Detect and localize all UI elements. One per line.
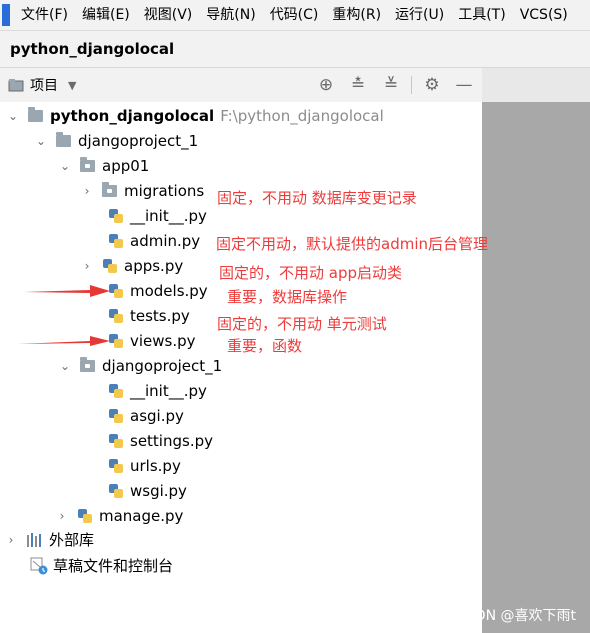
package-icon [102, 181, 117, 197]
chevron-right-icon[interactable]: › [55, 509, 69, 523]
tree-item-wsgi[interactable]: wsgi.py [108, 478, 187, 503]
gear-icon[interactable]: ⚙ [422, 75, 442, 95]
tree-item-djangoproject[interactable]: ⌄ djangoproject_1 [34, 128, 198, 153]
python-file-icon [109, 483, 123, 498]
tree-item-label: python_djangolocal [50, 106, 215, 125]
chevron-right-icon[interactable]: › [4, 533, 18, 547]
tree-item-urls[interactable]: urls.py [108, 453, 181, 478]
python-file-icon [78, 508, 92, 523]
tree-item-inner-project[interactable]: ⌄ djangoproject_1 [58, 353, 222, 378]
tree-item-label: models.py [130, 281, 208, 300]
app-logo-icon [2, 4, 10, 26]
expand-all-icon[interactable]: ≛ [348, 75, 368, 95]
chevron-down-icon[interactable]: ⌄ [6, 109, 20, 123]
menu-tools[interactable]: 工具(T) [451, 0, 512, 30]
view-selector-label: 项目 [30, 78, 58, 94]
chevron-down-icon[interactable]: ⌄ [58, 159, 72, 173]
collapse-all-icon[interactable]: ≚ [381, 75, 401, 95]
annotation-tests: 固定的，不用动 单元测试 [217, 315, 387, 333]
tree-item-label: urls.py [130, 456, 181, 475]
tree-item-app01[interactable]: ⌄ app01 [58, 153, 149, 178]
scrollbar[interactable] [482, 102, 590, 633]
tree-item-apps[interactable]: › apps.py [80, 253, 184, 278]
tree-item-label: __init__.py [130, 206, 207, 225]
tree-item-label: manage.py [99, 506, 184, 525]
tree-item-inner-init[interactable]: __init__.py [108, 378, 207, 403]
tree-item-label: app01 [102, 156, 150, 175]
python-file-icon [109, 458, 123, 473]
toolbar-divider [411, 76, 412, 94]
tree-item-label: wsgi.py [130, 481, 187, 500]
annotation-migrations: 固定，不用动 数据库变更记录 [217, 189, 417, 207]
package-icon [80, 156, 95, 172]
tree-item-manage[interactable]: › manage.py [55, 503, 184, 528]
view-selector[interactable]: 项目 ▼ [8, 68, 76, 102]
library-icon [27, 532, 41, 547]
menu-navigate[interactable]: 导航(N) [199, 0, 262, 30]
tree-item-label: djangoproject_1 [102, 356, 223, 375]
python-file-icon [109, 308, 123, 323]
chevron-right-icon[interactable]: › [80, 184, 94, 198]
tree-item-migrations[interactable]: › migrations [80, 178, 204, 203]
chevron-down-icon[interactable]: ⌄ [34, 134, 48, 148]
tree-item-label: migrations [124, 181, 205, 200]
chevron-down-icon: ▼ [68, 78, 77, 92]
tree-item-label: tests.py [130, 306, 190, 325]
menu-run[interactable]: 运行(U) [388, 0, 451, 30]
tree-item-label: settings.py [130, 431, 213, 450]
folder-icon [56, 131, 71, 147]
tree-item-external-libraries[interactable]: › 外部库 [4, 527, 94, 552]
project-title[interactable]: python_djangolocal [10, 40, 174, 58]
python-file-icon [109, 408, 123, 423]
tree-item-path: F:\python_djangolocal [220, 106, 384, 125]
tree-item-label: 草稿文件和控制台 [53, 557, 174, 575]
python-file-icon [109, 383, 123, 398]
tree-item-admin[interactable]: admin.py [108, 228, 200, 253]
arrow-models-icon [24, 285, 110, 297]
python-file-icon [103, 258, 117, 273]
project-toolbar: 项目 ▼ ⊕ ≛ ≚ ⚙ — [0, 68, 482, 103]
python-file-icon [109, 233, 123, 248]
tree-item-models[interactable]: models.py [108, 278, 208, 303]
annotation-models: 重要，数据库操作 [227, 288, 348, 306]
project-view-icon [8, 79, 24, 92]
arrow-views-icon [18, 336, 110, 346]
tree-item-asgi[interactable]: asgi.py [108, 403, 184, 428]
scratches-icon [30, 557, 48, 574]
tree-item-root[interactable]: ⌄ python_djangolocal F:\python_djangoloc… [6, 103, 384, 128]
menu-view[interactable]: 视图(V) [137, 0, 200, 30]
python-file-icon [109, 208, 123, 223]
project-tree: ⌄ python_djangolocal F:\python_djangoloc… [0, 102, 488, 633]
tree-item-app-init[interactable]: __init__.py [108, 203, 207, 228]
breadcrumb-bar: python_djangolocal [0, 31, 590, 68]
package-icon [80, 356, 95, 372]
tree-item-label: views.py [130, 331, 196, 350]
tree-item-label: 外部库 [49, 531, 95, 549]
folder-icon [28, 106, 43, 122]
tree-item-label: __init__.py [130, 381, 207, 400]
menu-vcs[interactable]: VCS(S) [513, 0, 575, 30]
annotation-views: 重要，函数 [227, 337, 303, 355]
tree-item-label: asgi.py [130, 406, 184, 425]
menu-file[interactable]: 文件(F) [14, 0, 75, 30]
menu-edit[interactable]: 编辑(E) [75, 0, 137, 30]
watermark: CSDN @喜欢下雨t [456, 608, 576, 624]
tree-item-label: djangoproject_1 [78, 131, 199, 150]
python-file-icon [109, 433, 123, 448]
tree-item-scratches[interactable]: 草稿文件和控制台 [30, 553, 173, 578]
tree-item-label: apps.py [124, 256, 184, 275]
menu-bar: 文件(F) 编辑(E) 视图(V) 导航(N) 代码(C) 重构(R) 运行(U… [0, 0, 590, 31]
chevron-right-icon[interactable]: › [80, 259, 94, 273]
tree-item-tests[interactable]: tests.py [108, 303, 190, 328]
menu-code[interactable]: 代码(C) [263, 0, 326, 30]
annotation-admin: 固定不用动，默认提供的admin后台管理 [216, 235, 489, 253]
tree-item-views[interactable]: views.py [108, 328, 196, 353]
annotation-apps: 固定的，不用动 app启动类 [219, 264, 403, 282]
tree-item-settings[interactable]: settings.py [108, 428, 213, 453]
locate-icon[interactable]: ⊕ [316, 75, 336, 95]
minimize-icon[interactable]: — [454, 75, 474, 95]
menu-refactor[interactable]: 重构(R) [325, 0, 388, 30]
tree-item-label: admin.py [130, 231, 201, 250]
chevron-down-icon[interactable]: ⌄ [58, 359, 72, 373]
